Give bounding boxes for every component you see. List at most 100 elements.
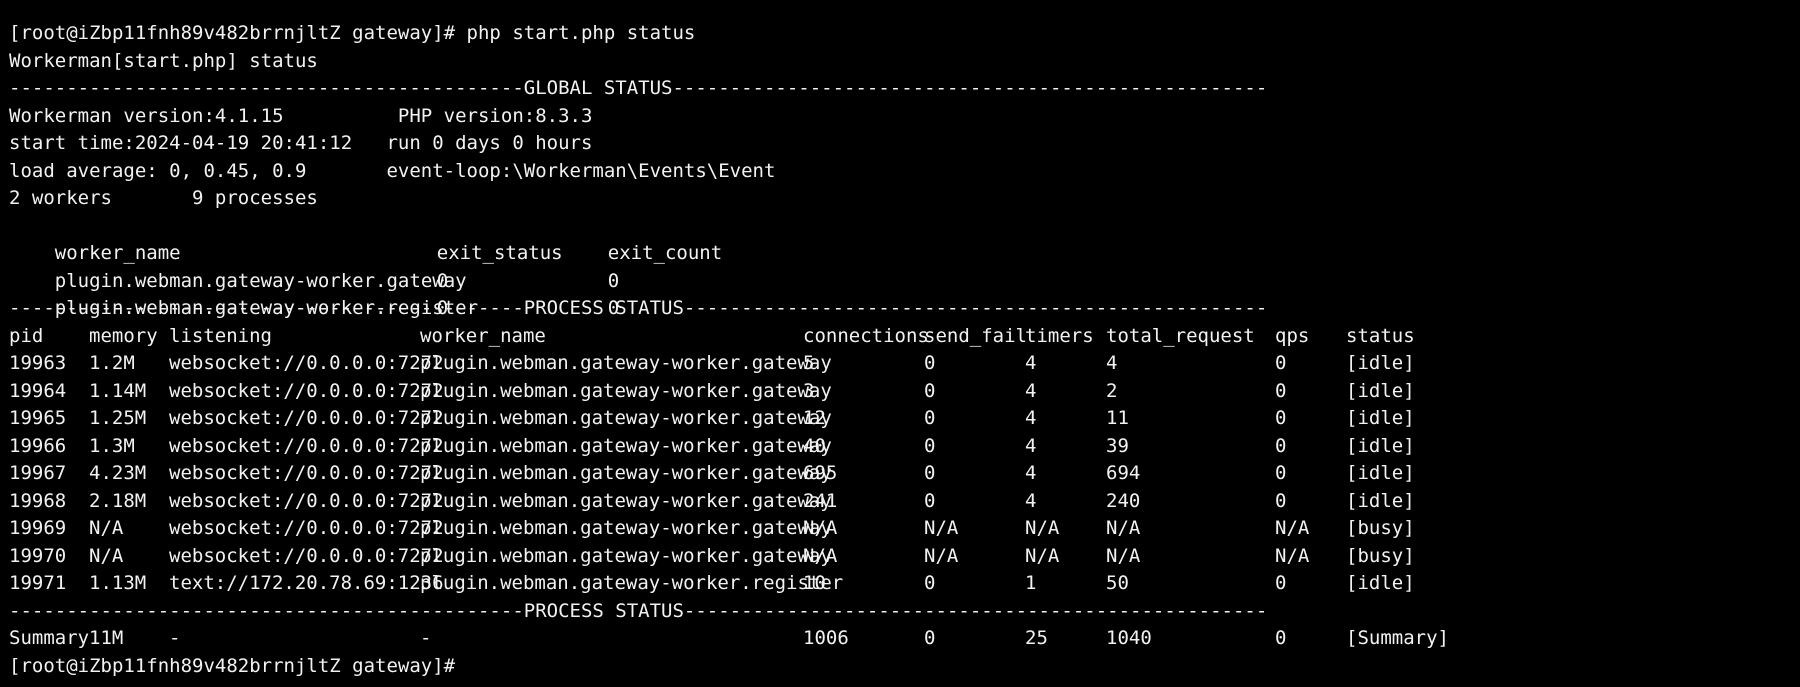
memory-cell: 1.2M (89, 352, 135, 374)
worker-name-cell: plugin.webman.gateway-worker.gateway (54, 269, 467, 292)
qps-cell: 0 (1275, 572, 1287, 594)
worker-name-cell: plugin.webman.gateway-worker.gateway (420, 352, 832, 374)
send-fail-cell: 0 (924, 627, 936, 649)
total-request-cell: 2 (1106, 379, 1118, 402)
send-fail-cell: 0 (924, 407, 936, 429)
status-cell: [busy] (1346, 517, 1415, 539)
status-cell: [idle] (1346, 572, 1415, 594)
pid-cell: Summary (9, 627, 90, 649)
pid-cell: 19970 (9, 544, 67, 567)
pid-cell: 19964 (9, 379, 67, 402)
listening-cell: websocket://0.0.0.0:7272 (169, 544, 444, 567)
connections-cell: 3 (803, 379, 815, 402)
process-status-separator-bottom: ----------------------------------------… (9, 599, 1268, 622)
header-exit-count: exit_count (607, 242, 723, 264)
status-cell: status (1346, 324, 1415, 347)
send-fail-cell: 0 (924, 572, 936, 594)
listening-cell: websocket://0.0.0.0:7272 (169, 407, 444, 429)
worker-name-cell: worker_name (420, 324, 546, 347)
total-request-cell: 240 (1106, 489, 1141, 512)
total-request-cell: 1040 (1106, 627, 1152, 649)
pid-cell: pid (9, 324, 44, 347)
load-average-line: load average: 0, 0.45, 0.9 event-loop:\W… (9, 159, 776, 182)
timers-cell: 4 (1025, 407, 1037, 429)
listening-cell: websocket://0.0.0.0:7272 (169, 352, 444, 374)
connections-cell: 10 (803, 572, 826, 594)
qps-cell: N/A (1275, 517, 1310, 539)
send-fail-cell: N/A (924, 544, 959, 567)
status-cell: [idle] (1346, 379, 1415, 402)
exit-status-cell: 0 (436, 269, 449, 292)
pid-cell: 19966 (9, 434, 67, 457)
memory-cell: N/A (89, 544, 124, 567)
connections-cell: connections (803, 324, 929, 347)
process-table-row: 19964 1.14M websocket://0.0.0.0:7272plugin… (9, 378, 1791, 406)
start-time-line: start time:2024-04-19 20:41:12 run 0 day… (9, 132, 593, 154)
connections-cell: 695 (803, 462, 838, 484)
listening-cell: websocket://0.0.0.0:7272 (169, 489, 444, 512)
timers-cell: 1 (1025, 572, 1037, 594)
pid-cell: 19969 (9, 517, 67, 539)
status-title-line: Workerman[start.php] status (9, 49, 318, 72)
header-worker-name: worker_name (54, 242, 181, 264)
terminal-output[interactable]: [root@iZbp11fnh89v482brrnjltZ gateway]# … (9, 20, 1791, 680)
memory-cell: 4.23M (89, 462, 147, 484)
timers-cell: 4 (1025, 434, 1037, 457)
status-cell: [Summary] (1346, 627, 1449, 649)
version-line: Workerman version:4.1.15 PHP version:8.3… (9, 104, 593, 127)
status-cell: [idle] (1346, 352, 1415, 374)
qps-cell: 0 (1275, 462, 1287, 484)
memory-cell: 2.18M (89, 489, 147, 512)
pid-cell: 19967 (9, 462, 67, 484)
total-request-cell: 50 (1106, 572, 1129, 594)
memory-cell: 1.25M (89, 407, 147, 429)
pid-cell: 19968 (9, 489, 67, 512)
process-status-separator: ----------------------------------------… (9, 297, 1268, 319)
timers-cell: N/A (1025, 544, 1060, 567)
memory-cell: 11M (89, 627, 124, 649)
qps-cell: 0 (1275, 627, 1287, 649)
worker-name-cell: - (420, 627, 432, 649)
qps-cell: 0 (1275, 352, 1287, 374)
qps-cell: 0 (1275, 407, 1287, 429)
send-fail-cell: 0 (924, 352, 936, 374)
status-cell: [idle] (1346, 407, 1415, 429)
worker-name-cell: plugin.webman.gateway-worker.gateway (420, 434, 832, 457)
process-table-row: 19966 1.3M websocket://0.0.0.0:7272plugin.… (9, 433, 1791, 461)
process-table-row: 19971 1.13M text://172.20.78.69:1236plugin… (9, 570, 1791, 598)
timers-cell: timers (1025, 324, 1094, 347)
worker-count-line: 2 workers 9 processes (9, 187, 318, 209)
process-table-row: 19968 2.18M websocket://0.0.0.0:7272plugin… (9, 488, 1791, 516)
worker-name-cell: plugin.webman.gateway-worker.gateway (420, 407, 832, 429)
pid-cell: 19963 (9, 352, 67, 374)
total-request-cell: 694 (1106, 462, 1141, 484)
workers-table-header: worker_name exit_status exit_count (9, 213, 1791, 264)
memory-cell: N/A (89, 517, 124, 539)
send-fail-cell: 0 (924, 462, 936, 484)
connections-cell: 5 (803, 352, 815, 374)
listening-cell: text://172.20.78.69:1236 (169, 572, 444, 594)
prompt-command-line: [root@iZbp11fnh89v482brrnjltZ gateway]# … (9, 22, 696, 44)
send-fail-cell: send_fail (924, 324, 1027, 347)
timers-cell: 25 (1025, 627, 1048, 649)
timers-cell: 4 (1025, 379, 1037, 402)
connections-cell: N/A (803, 544, 838, 567)
total-request-cell: 39 (1106, 434, 1129, 457)
pid-cell: 19965 (9, 407, 67, 429)
listening-cell: websocket://0.0.0.0:7272 (169, 517, 444, 539)
exit-count-cell: 0 (607, 269, 620, 292)
qps-cell: 0 (1275, 489, 1287, 512)
send-fail-cell: 0 (924, 489, 936, 512)
process-table-row: 19963 1.2M websocket://0.0.0.0:7272plugin.… (9, 350, 1791, 378)
process-table-row: 19969 N/A websocket://0.0.0.0:7272plugin.w… (9, 515, 1791, 543)
qps-cell: 0 (1275, 379, 1287, 402)
memory-cell: 1.13M (89, 572, 147, 594)
send-fail-cell: N/A (924, 517, 959, 539)
connections-cell: N/A (803, 517, 838, 539)
prompt-line[interactable]: [root@iZbp11fnh89v482brrnjltZ gateway]# (9, 653, 1791, 681)
worker-name-cell: plugin.webman.gateway-worker.gateway (420, 517, 832, 539)
memory-cell: memory (89, 324, 158, 347)
total-request-cell: N/A (1106, 517, 1141, 539)
qps-cell: qps (1275, 324, 1310, 347)
status-cell: [busy] (1346, 544, 1415, 567)
